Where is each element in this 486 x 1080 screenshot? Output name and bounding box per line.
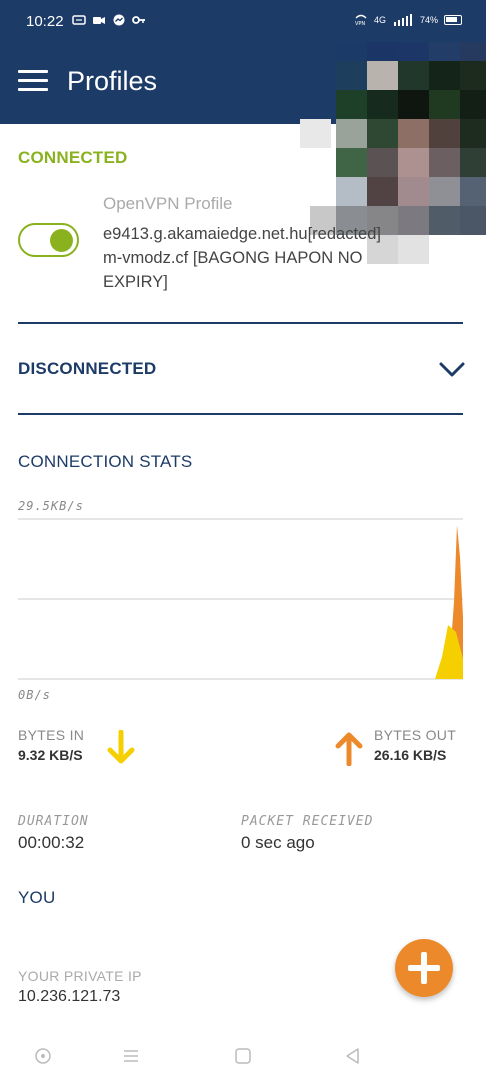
battery-icon — [444, 15, 462, 25]
bytes-out-label: BYTES OUT — [374, 727, 457, 743]
divider — [18, 413, 463, 415]
bytes-in-value: 9.32 KB/S — [18, 747, 83, 763]
battery-percent: 74% — [419, 15, 438, 25]
traffic-chart — [18, 518, 463, 680]
back-nav-icon[interactable] — [343, 1046, 363, 1066]
divider — [18, 322, 463, 324]
chevron-down-icon[interactable] — [439, 362, 465, 378]
signal-icon — [393, 14, 412, 26]
network-type: 4G — [373, 15, 386, 25]
system-nav-bar — [0, 1030, 486, 1080]
private-ip-value: 10.236.121.73 — [18, 988, 121, 1005]
status-system-icons: VPN 4G 74% — [354, 14, 462, 26]
profile-name[interactable]: e9413.g.akamaiedge.net.hu[redacted] m-vm… — [103, 222, 403, 294]
hamburger-menu-icon[interactable] — [18, 70, 48, 92]
private-ip-label: YOUR PRIVATE IP — [18, 968, 142, 984]
menu-nav-icon[interactable] — [121, 1046, 141, 1066]
home-nav-icon[interactable] — [233, 1046, 253, 1066]
packet-received-value: 0 sec ago — [241, 833, 315, 852]
message-icon — [72, 15, 86, 25]
add-profile-button[interactable] — [395, 939, 453, 997]
chart-min-label: 0B/s — [18, 688, 51, 702]
duration-value: 00:00:32 — [18, 833, 85, 852]
circle-nav-icon[interactable] — [33, 1046, 53, 1066]
video-icon — [93, 17, 105, 24]
connection-stats-heading: CONNECTION STATS — [18, 452, 193, 471]
arrow-down-icon — [107, 730, 135, 764]
profile-toggle[interactable] — [18, 223, 79, 257]
page-title: Profiles — [67, 66, 158, 96]
bytes-in-label: BYTES IN — [18, 727, 85, 743]
svg-text:VPN: VPN — [355, 21, 365, 26]
packet-received-label: PACKET RECEIVED — [241, 814, 374, 829]
chart-max-label: 29.5KB/s — [18, 499, 84, 513]
arrow-up-icon — [335, 732, 363, 766]
status-bar: 10:22 VPN 4G 74% — [0, 0, 486, 40]
bytes-out-value: 26.16 KB/S — [374, 747, 447, 763]
profile-type-label[interactable]: OpenVPN Profile — [103, 194, 232, 214]
duration-label: DURATION — [18, 814, 89, 829]
key-icon — [132, 16, 145, 24]
disconnected-heading[interactable]: DISCONNECTED — [18, 359, 156, 379]
toggle-knob — [50, 228, 73, 252]
status-notification-icons — [72, 14, 146, 26]
connected-heading: CONNECTED — [18, 148, 128, 167]
messenger-icon — [113, 14, 125, 26]
vpn-icon: VPN — [355, 14, 367, 26]
status-time: 10:22 — [26, 13, 64, 30]
you-heading: YOU — [18, 888, 56, 907]
